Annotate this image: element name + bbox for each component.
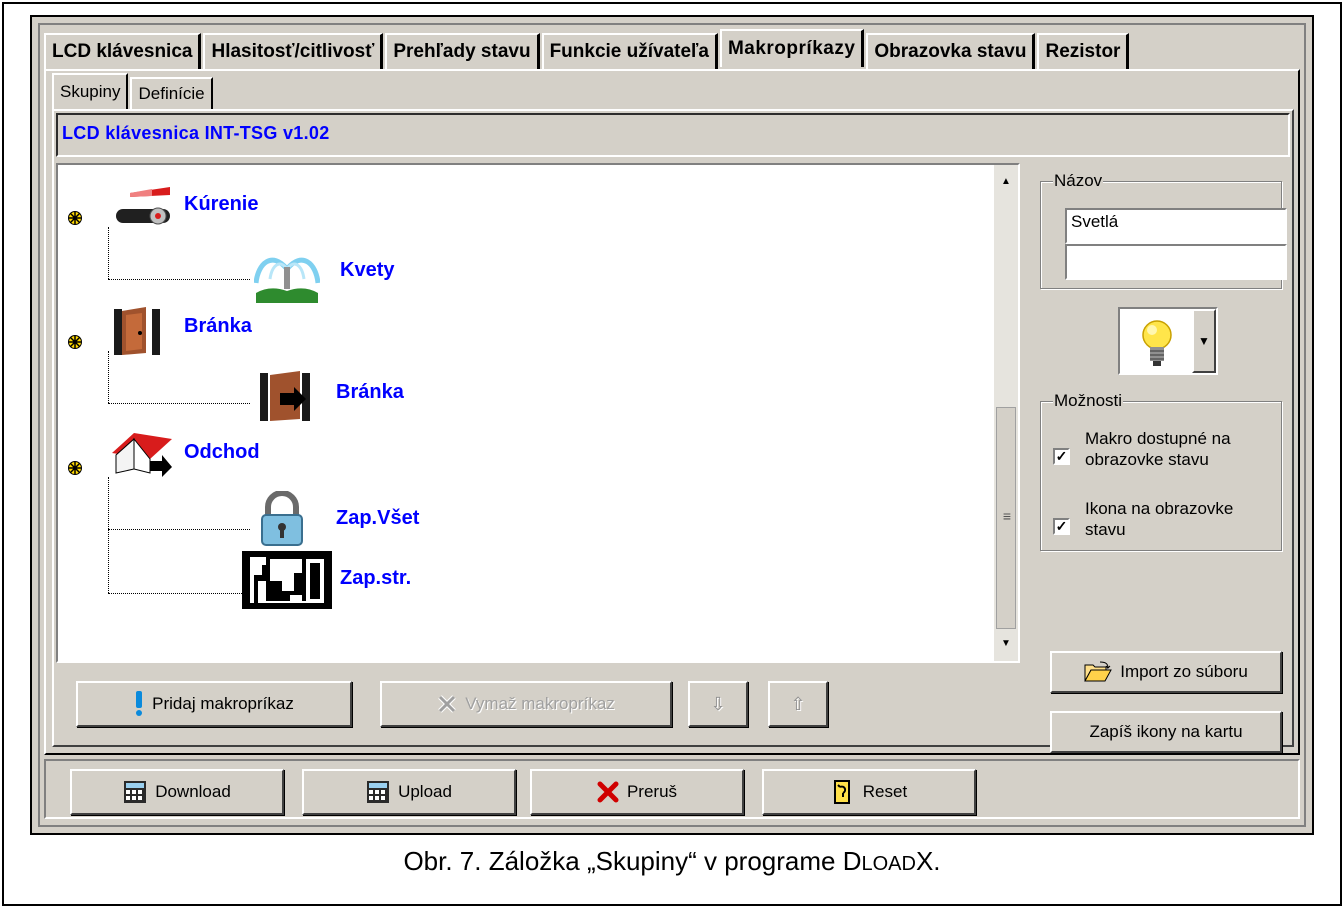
tree-connector (108, 351, 109, 403)
icon-on-screen-line1: Ikona na obrazovke (1085, 499, 1234, 518)
sprinkler-icon (254, 257, 320, 303)
caption-smallcaps: LOAD (861, 853, 916, 875)
macro-available-line1: Makro dostupné na (1085, 429, 1231, 448)
arrow-down-icon: ⇩ (710, 693, 726, 714)
heating-icon (116, 187, 170, 225)
figure-caption: Obr. 7. Záložka „Skupiny“ v programe DLO… (0, 846, 1344, 877)
window-body: LCD klávesnica Hlasitosť/citlivosť Prehľ… (38, 23, 1306, 827)
tree-connector (108, 477, 109, 593)
icon-on-screen-label[interactable]: Ikona na obrazovke stavu (1085, 498, 1233, 540)
tab-funkcie-uzivatela[interactable]: Funkcie užívateľa (541, 33, 718, 69)
tree-node-zap-str[interactable]: Zap.str. (340, 567, 411, 590)
import-label: Import zo súboru (1120, 662, 1248, 681)
tree-connector (108, 227, 109, 279)
macro-group-tree[interactable]: Kúrenie Kvety Bránka Bránka Odchod Zap.V… (56, 163, 1020, 663)
tree-connector (108, 529, 250, 530)
door-icon (114, 307, 160, 355)
icon-dropdown-button[interactable]: ▼ (1192, 309, 1216, 373)
tab-hlasitost[interactable]: Hlasitosť/citlivosť (203, 33, 384, 69)
move-down-button[interactable]: ⇩ (688, 681, 748, 727)
abort-label: Preruš (626, 782, 678, 801)
tab-obrazovka-stavu[interactable]: Obrazovka stavu (866, 33, 1036, 69)
write-icons-label: Zapíš ikony na kartu (1089, 722, 1243, 741)
add-macro-button[interactable]: Pridaj makropríkaz (76, 681, 352, 727)
main-tabs: LCD klávesnica Hlasitosť/citlivosť Prehľ… (44, 29, 1131, 69)
arrow-up-icon: ⇧ (790, 693, 806, 714)
name-line1-input[interactable]: Svetlá (1065, 208, 1287, 244)
download-button[interactable]: Download (70, 769, 284, 815)
download-icon (123, 780, 147, 804)
tree-node-kvety[interactable]: Kvety (340, 259, 394, 282)
download-label: Download (155, 782, 231, 801)
red-x-icon (597, 781, 619, 803)
options-group: Možnosti ✓ Makro dostupné na obrazovke s… (1040, 391, 1282, 551)
tree-node-odchod[interactable]: Odchod (184, 441, 260, 464)
name-line2-input[interactable] (1065, 244, 1287, 280)
expander-icon[interactable] (68, 335, 82, 349)
upload-icon (366, 780, 390, 804)
tab-skupiny[interactable]: Skupiny (52, 73, 129, 109)
dloadx-window: LCD klávesnica Hlasitosť/citlivosť Prehľ… (30, 15, 1314, 835)
tree-connector (108, 593, 250, 594)
tree-node-branka-child[interactable]: Bránka (336, 381, 404, 404)
tree-node-branka[interactable]: Bránka (184, 315, 252, 338)
tab-lcd-klavesnica[interactable]: LCD klávesnica (44, 33, 202, 69)
write-icons-button[interactable]: Zapíš ikony na kartu (1050, 711, 1282, 753)
delete-x-icon (437, 694, 457, 714)
caption-prefix: Obr. 7. Záložka „Skupiny“ v programe D (403, 846, 862, 876)
tab-definicie[interactable]: Definície (130, 77, 213, 109)
house-exit-icon (112, 433, 172, 477)
lightbulb-icon (1142, 320, 1172, 366)
upload-button[interactable]: Upload (302, 769, 516, 815)
import-from-file-button[interactable]: Import zo súboru (1050, 651, 1282, 693)
makroprikazy-panel: Skupiny Definície LCD klávesnica INT-TSG… (44, 69, 1300, 755)
macro-available-label[interactable]: Makro dostupné na obrazovke stavu (1085, 428, 1231, 470)
expander-icon[interactable] (68, 461, 82, 475)
add-macro-label: Pridaj makropríkaz (152, 694, 294, 713)
delete-macro-label: Vymaž makropríkaz (465, 694, 615, 713)
caption-suffix: X. (915, 846, 941, 876)
options-group-label: Možnosti (1053, 391, 1124, 411)
sub-tabs: Skupiny Definície (52, 73, 215, 109)
icon-select[interactable]: ▼ (1118, 307, 1218, 375)
macro-available-line2: obrazovke stavu (1085, 450, 1209, 469)
tab-prehlady-stavu[interactable]: Prehľady stavu (385, 33, 540, 69)
abort-button[interactable]: Preruš (530, 769, 744, 815)
delete-macro-button[interactable]: Vymaž makropríkaz (380, 681, 672, 727)
scroll-up-arrow-icon[interactable]: ▲ (994, 169, 1018, 195)
expander-icon[interactable] (68, 211, 82, 225)
reset-icon (831, 779, 855, 805)
macro-available-checkbox[interactable]: ✓ (1053, 448, 1070, 465)
icon-on-screen-line2: stavu (1085, 520, 1126, 539)
reset-button[interactable]: Reset (762, 769, 976, 815)
upload-label: Upload (398, 782, 452, 801)
tab-rezistor[interactable]: Rezistor (1037, 33, 1130, 69)
open-folder-icon (1084, 661, 1113, 683)
name-group-label: Názov (1053, 171, 1104, 191)
icon-on-screen-checkbox[interactable]: ✓ (1053, 518, 1070, 535)
name-group: Názov Svetlá (1040, 171, 1287, 289)
scroll-thumb[interactable]: ≡ (996, 407, 1016, 629)
bottom-toolbar: Download Upload Preruš Reset (44, 759, 1300, 819)
chevron-down-icon: ▼ (1198, 334, 1210, 348)
door-exit-icon (260, 371, 310, 421)
device-title: LCD klávesnica INT-TSG v1.02 (62, 123, 330, 143)
floorplan-icon (242, 551, 332, 609)
device-bar: LCD klávesnica INT-TSG v1.02 (56, 113, 1290, 157)
skupiny-panel: LCD klávesnica INT-TSG v1.02 Kúrenie Kve… (52, 109, 1294, 753)
exclamation-icon (134, 691, 144, 717)
tree-connector (108, 403, 250, 404)
scroll-down-arrow-icon[interactable]: ▼ (994, 631, 1018, 657)
tree-connector (108, 279, 250, 280)
reset-label: Reset (862, 782, 908, 801)
padlock-icon (261, 491, 303, 546)
move-up-button[interactable]: ⇧ (768, 681, 828, 727)
scroll-grip-icon: ≡ (1002, 508, 1012, 524)
tree-scrollbar[interactable]: ▲ ≡ ▼ (994, 165, 1018, 661)
tree-node-zap-vset[interactable]: Zap.Všet (336, 507, 419, 530)
tab-makroprikazy[interactable]: Makropríkazy (719, 29, 865, 67)
tree-node-kurenie[interactable]: Kúrenie (184, 193, 258, 216)
